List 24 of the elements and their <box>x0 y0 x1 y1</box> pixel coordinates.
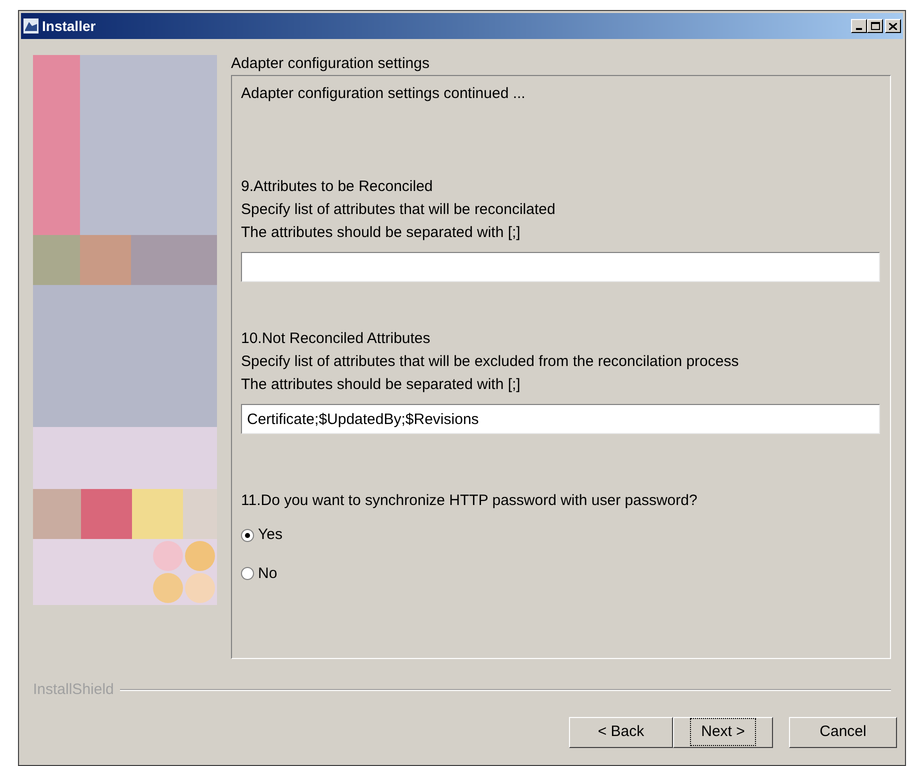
text-field[interactable] <box>241 252 880 282</box>
maximize-icon <box>870 22 880 30</box>
radio-option[interactable]: Yes <box>241 524 282 546</box>
instruction-text: Specify list of attributes that will be reconcilated <box>241 200 556 220</box>
dialog-button[interactable]: < Back <box>569 716 673 748</box>
instruction-text: Specify list of attributes that will be excluded from the reconcilation process <box>241 352 740 372</box>
radio-option[interactable]: No <box>241 562 278 585</box>
maximize-button[interactable] <box>867 19 883 33</box>
question-heading: 10.Not Reconciled Attributes <box>241 329 432 349</box>
minimize-button[interactable] <box>851 19 867 33</box>
group-label: Adapter configuration settings <box>231 55 430 73</box>
installer-icon <box>23 18 39 34</box>
close-button[interactable] <box>885 19 901 33</box>
instruction-text: The attributes should be separated with [;] <box>241 375 522 395</box>
instruction-text: The attributes should be separated with [;] <box>241 223 522 243</box>
minimize-icon <box>856 28 862 30</box>
question-heading: 11.Do you want to synchronize HTTP password with user password? <box>241 491 698 511</box>
intro-text: Adapter configuration settings continued ... <box>241 84 526 104</box>
close-icon <box>889 22 897 30</box>
dialog-button[interactable]: Cancel <box>789 716 897 748</box>
question-heading: 9.Attributes to be Reconciled <box>241 177 434 197</box>
text-field[interactable]: Certificate;$UpdatedBy;$Revisions <box>241 404 880 434</box>
dialog-button[interactable]: Next > <box>673 716 773 748</box>
window-title: Installer <box>42 16 96 36</box>
